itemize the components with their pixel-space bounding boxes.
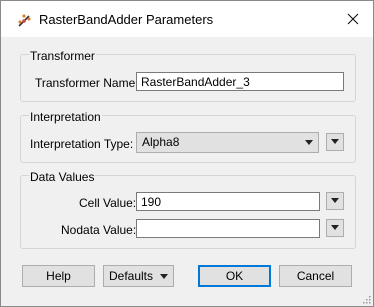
help-button-label: Help: [46, 269, 71, 283]
cancel-button[interactable]: Cancel: [279, 265, 352, 287]
interpretation-group-title: Interpretation: [29, 110, 102, 124]
transformer-group-title: Transformer: [29, 49, 96, 63]
chevron-down-icon: [331, 139, 339, 144]
cancel-button-label: Cancel: [296, 269, 335, 283]
ok-button[interactable]: OK: [198, 265, 271, 287]
close-button[interactable]: [339, 7, 367, 31]
nodata-value-menu-button[interactable]: [326, 219, 344, 237]
defaults-button-label: Defaults: [108, 269, 154, 283]
transformer-name-label: Transformer Name:: [35, 76, 139, 90]
data-values-group-title: Data Values: [29, 170, 96, 184]
interpretation-type-select[interactable]: Alpha8: [136, 132, 319, 153]
fme-transformer-icon: [18, 14, 31, 27]
interpretation-type-label: Interpretation Type:: [30, 137, 134, 151]
title-bar: RasterBandAdder Parameters: [1, 1, 373, 37]
cell-value-label: Cell Value:: [79, 196, 137, 210]
defaults-button[interactable]: Defaults: [103, 265, 174, 287]
transformer-name-input[interactable]: RasterBandAdder_3: [136, 72, 344, 91]
chevron-down-icon: [331, 225, 339, 230]
ok-button-label: OK: [225, 269, 244, 283]
interpretation-type-value: Alpha8: [142, 135, 180, 149]
resize-grip-icon[interactable]: [361, 294, 371, 304]
data-values-group: Data Values Cell Value: 190 Nodata Value…: [20, 170, 356, 249]
chevron-down-icon: [331, 198, 339, 203]
nodata-value-input[interactable]: [136, 219, 320, 238]
help-button[interactable]: Help: [22, 265, 95, 287]
nodata-value-label: Nodata Value:: [61, 223, 137, 237]
transformer-group: Transformer Transformer Name: RasterBand…: [20, 49, 356, 102]
dialog-title: RasterBandAdder Parameters: [39, 12, 214, 27]
cell-value-input[interactable]: 190: [136, 192, 320, 211]
chevron-down-icon: [160, 274, 169, 280]
interpretation-type-menu-button[interactable]: [326, 133, 344, 151]
cell-value-menu-button[interactable]: [326, 192, 344, 210]
close-icon: [347, 13, 359, 25]
dialog-window: RasterBandAdder Parameters Transformer T…: [0, 0, 374, 307]
chevron-down-icon: [305, 140, 313, 145]
interpretation-group: Interpretation Interpretation Type: Alph…: [20, 110, 356, 163]
